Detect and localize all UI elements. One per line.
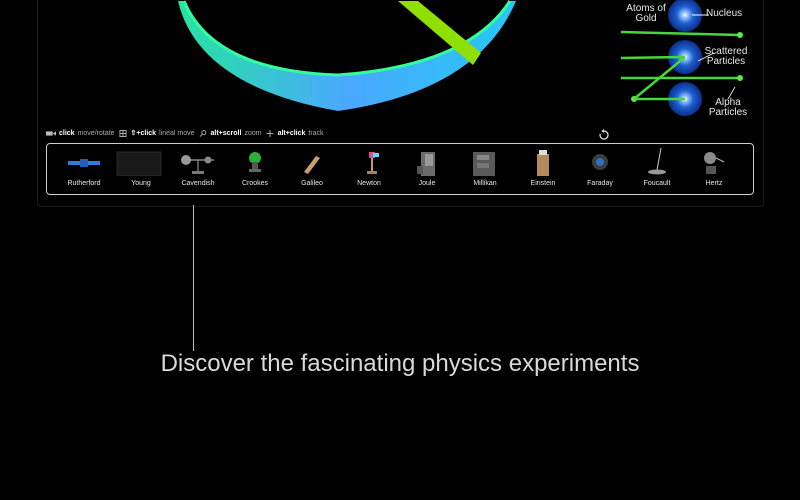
experiment-crookes[interactable]: Crookes [225, 144, 285, 194]
experiment-millikan[interactable]: Millikan [455, 144, 515, 194]
experiment-hertz[interactable]: Hertz [684, 144, 744, 194]
grid-move-icon [119, 129, 127, 137]
track-icon [266, 129, 274, 137]
einstein-apparatus-icon [537, 150, 549, 176]
galileo-ramp-icon [304, 156, 320, 174]
promo-caption: Discover the fascinating physics experim… [160, 350, 640, 377]
reset-icon[interactable] [598, 129, 610, 141]
rutherford-apparatus-icon [68, 159, 100, 167]
millikan-apparatus-icon [473, 152, 495, 176]
experiment-faraday[interactable]: Faraday [570, 144, 630, 194]
crookes-tube-icon [249, 152, 261, 172]
experiment-einstein[interactable]: Einstein [513, 144, 573, 194]
zoom-icon [199, 129, 206, 137]
nucleus-sphere-1 [668, 0, 702, 32]
callout-connector-line [193, 205, 194, 351]
experiment-young[interactable]: Young [111, 144, 171, 194]
experiment-newton[interactable]: Newton [339, 144, 399, 194]
particle-path-1 [620, 30, 741, 37]
young-screen-icon [116, 151, 162, 176]
newton-prism-icon [367, 152, 379, 174]
experiment-galileo[interactable]: Galileo [282, 144, 342, 194]
experiment-foucault[interactable]: Foucault [627, 144, 687, 194]
hertz-apparatus-icon [704, 152, 725, 174]
legend-nucleus: Nucleus [706, 8, 743, 19]
cavendish-balance-icon [181, 155, 214, 174]
experiment-joule[interactable]: Joule [397, 144, 457, 194]
particle-path-2 [620, 55, 686, 60]
joule-apparatus-icon [417, 152, 435, 176]
foucault-pendulum-icon [648, 148, 666, 175]
camera-icon [46, 130, 56, 136]
faraday-apparatus-icon [592, 154, 608, 170]
experiment-rutherford[interactable]: Rutherford [54, 144, 114, 194]
experiment-cavendish[interactable]: Cavendish [168, 144, 228, 194]
legend-atoms-of-gold: Atoms of Gold [626, 3, 666, 24]
experiment-tray: Rutherford Young Cavendish Crookes Galil… [46, 143, 754, 195]
legend-alpha-particles: Alpha Particles [708, 97, 748, 118]
control-hints: click move/rotate ⇧+click lineal move alt+… [46, 129, 324, 137]
legend-scattered-particles: Scattered Particles [704, 46, 748, 67]
